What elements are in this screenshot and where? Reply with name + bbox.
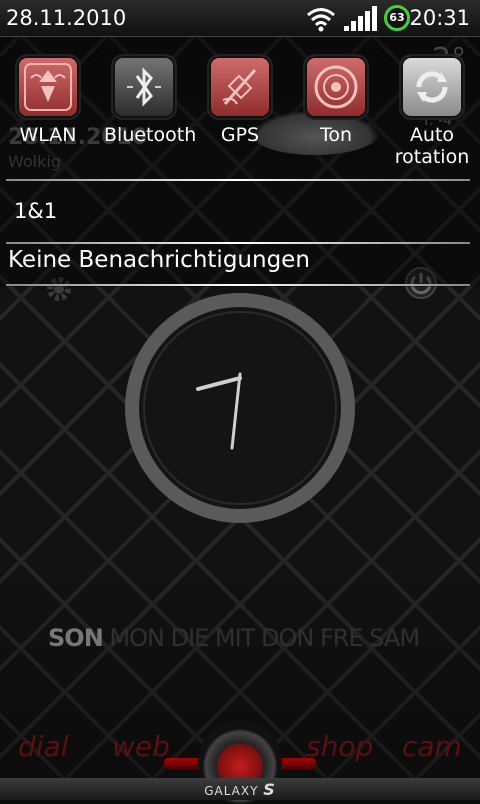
divider-carrier	[6, 242, 470, 244]
wlan-icon	[17, 56, 79, 118]
wifi-icon	[307, 8, 335, 32]
carrier-label: 1&1	[14, 199, 58, 223]
toggle-autorotation[interactable]: Auto rotation	[392, 56, 472, 168]
widget-weather: Wolkig	[8, 152, 61, 171]
status-time: 20:31	[409, 6, 470, 30]
analog-clock[interactable]	[120, 288, 360, 528]
weekday-active: SON	[48, 624, 104, 652]
signal-icon	[344, 6, 377, 31]
brand-logo: GALAXY S	[0, 780, 480, 799]
toggle-gps[interactable]: GPS	[200, 56, 280, 146]
no-notifications-text: Keine Benachrichtigungen	[8, 247, 310, 273]
divider-notifications	[6, 284, 470, 286]
brand-name: GALAXY	[204, 784, 259, 798]
toggle-wlan[interactable]: WLAN	[8, 56, 88, 146]
dock-dial[interactable]: dial	[18, 730, 69, 763]
speaker-icon	[305, 56, 367, 118]
dock-shop[interactable]: shop	[306, 730, 373, 763]
toggle-wlan-label: WLAN	[19, 124, 77, 146]
brand-suffix: S	[263, 780, 276, 799]
rotate-icon	[401, 56, 463, 118]
dock-web[interactable]: web	[112, 730, 170, 763]
toggle-gps-label: GPS	[220, 124, 260, 146]
weekday-strip: SON MON DIE MIT DON FRE SAM	[48, 624, 420, 652]
weekday-rest: MON DIE MIT DON FRE SAM	[109, 624, 420, 652]
toggle-bluetooth-label: Bluetooth	[104, 124, 197, 146]
battery-icon: 63	[384, 5, 410, 31]
divider-toggles	[6, 179, 470, 181]
status-bar[interactable]: 28.11.2010 63 20:31	[0, 0, 480, 37]
toggle-sound[interactable]: Ton	[296, 56, 376, 146]
toggle-autorotation-label: Auto rotation	[392, 124, 472, 168]
autorotation-label-line1: Auto	[409, 124, 455, 146]
autorotation-label-line2: rotation	[394, 146, 470, 168]
toggle-sound-label: Ton	[319, 124, 353, 146]
status-date: 28.11.2010	[6, 6, 127, 30]
bluetooth-icon	[113, 56, 175, 118]
toggle-bluetooth[interactable]: Bluetooth	[104, 56, 197, 146]
gps-icon	[209, 56, 271, 118]
dock-cam[interactable]: cam	[402, 730, 462, 763]
